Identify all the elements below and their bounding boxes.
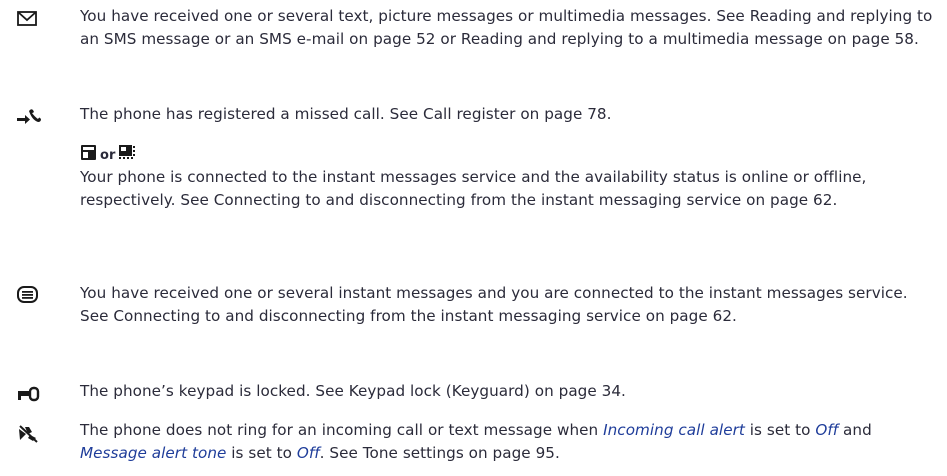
text-part: . See Tone settings on page 95. <box>319 444 560 462</box>
entry-text: The phone does not ring for an incoming … <box>80 419 940 465</box>
entry-text: The phone’s keypad is locked. See Keypad… <box>80 382 626 400</box>
missed-call-icon <box>16 107 42 129</box>
text-part: is set to <box>226 444 297 462</box>
entry-text: Your phone is connected to the instant m… <box>80 168 867 209</box>
message-alert-tone-link[interactable]: Message alert tone <box>80 444 226 462</box>
entry-text: You have received one or several text, p… <box>80 7 933 48</box>
entry-text: You have received one or several instant… <box>80 284 908 325</box>
off-value-link[interactable]: Off <box>815 421 838 439</box>
text-part: is set to <box>744 421 816 439</box>
im-offline-icon <box>118 144 137 168</box>
incoming-call-alert-link[interactable]: Incoming call alert <box>603 421 745 439</box>
im-online-icon <box>80 144 97 168</box>
keypad-lock-icon <box>16 384 42 406</box>
or-word: or <box>100 148 116 163</box>
text-part: and <box>838 421 872 439</box>
entry-text: The phone has registered a missed call. … <box>80 105 612 123</box>
instant-message-icon <box>16 285 42 307</box>
manual-page: You have received one or several text, p… <box>0 0 947 476</box>
silent-icon <box>16 424 42 446</box>
envelope-icon <box>16 9 42 31</box>
off-value-link[interactable]: Off <box>297 444 320 462</box>
im-status-icons-line: or <box>80 143 940 168</box>
text-part: The phone does not ring for an incoming … <box>80 421 604 439</box>
